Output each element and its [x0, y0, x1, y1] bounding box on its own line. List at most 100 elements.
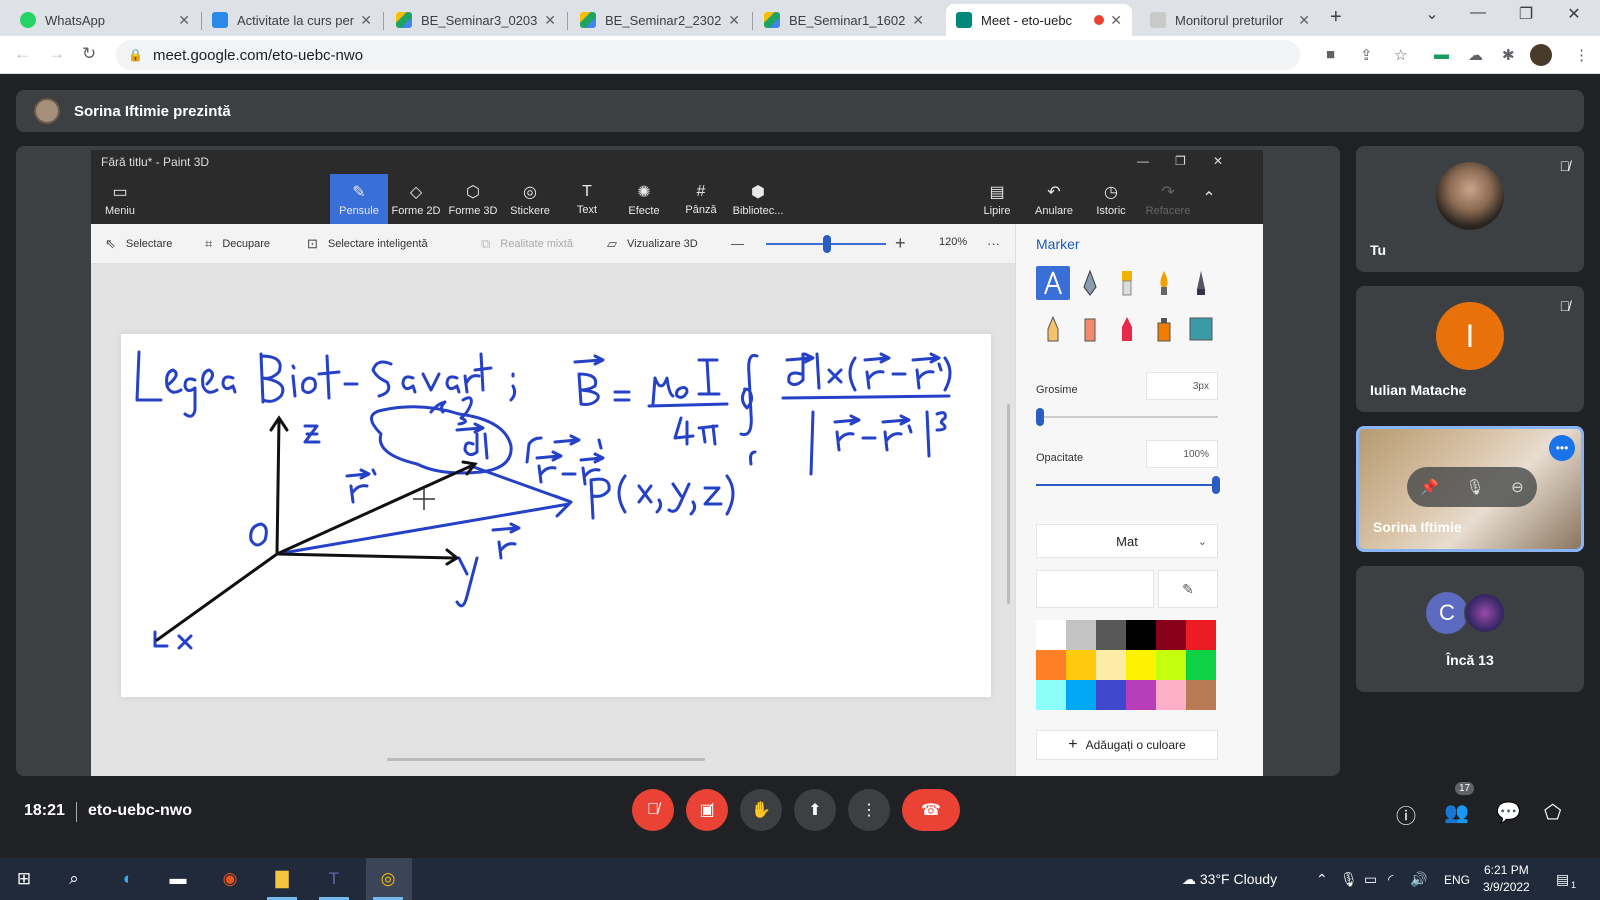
text-button[interactable]: T Text — [558, 174, 616, 224]
participant-tile-sorina[interactable]: 📌 🎙 ⊖ ••• Sorina Iftimie — [1356, 426, 1584, 552]
ubuntu-icon[interactable]: ◉ — [218, 867, 242, 891]
effects-button[interactable]: ✺ Efecte — [615, 174, 673, 224]
weather-widget[interactable]: ☁ 33°F Cloudy — [1182, 871, 1277, 888]
select-button[interactable]: ⇖ Selectare — [105, 236, 172, 252]
participant-tile-iulian[interactable]: I 🎙̸ Iulian Matache — [1356, 286, 1584, 412]
window-close-icon[interactable]: ✕ — [1552, 4, 1596, 24]
finish-dropdown[interactable]: Mat ⌄ — [1036, 524, 1218, 558]
color-swatch[interactable] — [1126, 650, 1156, 680]
remove-icon[interactable]: ⊖ — [1511, 478, 1524, 496]
tab-seminar1[interactable]: BE_Seminar1_160220 ✕ — [754, 4, 934, 36]
tab-whatsapp[interactable]: WhatsApp ✕ — [10, 4, 200, 36]
horizontal-scrollbar[interactable] — [387, 758, 705, 761]
chrome-icon[interactable]: ◎ — [376, 867, 400, 891]
crop-button[interactable]: ⌗ Decupare — [205, 236, 270, 252]
camera-icon[interactable]: ■ — [1326, 46, 1335, 63]
zoom-in-button[interactable]: + — [895, 233, 916, 254]
star-icon[interactable]: ☆ — [1394, 46, 1407, 64]
volume-icon[interactable]: 🔊 — [1410, 871, 1427, 888]
color-swatch[interactable] — [1186, 620, 1216, 650]
color-swatch[interactable] — [1066, 620, 1096, 650]
current-color-swatch[interactable] — [1036, 570, 1154, 608]
shapes3d-button[interactable]: ⬡ Forme 3D — [444, 174, 502, 224]
close-icon[interactable]: ✕ — [1298, 12, 1310, 29]
more-options-button[interactable]: ··· — [987, 236, 1010, 251]
close-icon[interactable]: ✕ — [912, 12, 924, 29]
close-icon[interactable]: ✕ — [728, 12, 740, 29]
close-icon[interactable]: ✕ — [1110, 12, 1122, 29]
color-swatch[interactable] — [1096, 650, 1126, 680]
spray-can-brush[interactable] — [1147, 312, 1181, 346]
collapse-ribbon-button[interactable]: ⌃ — [1189, 174, 1229, 224]
file-explorer-icon[interactable]: ▇ — [270, 867, 294, 891]
tab-search-icon[interactable]: ⌄ — [1410, 4, 1454, 24]
tab-monitorul[interactable]: Monitorul preturilor ✕ — [1140, 4, 1320, 36]
chevron-up-icon[interactable]: ⌃ — [1316, 871, 1328, 888]
color-swatch[interactable] — [1066, 680, 1096, 710]
address-bar[interactable]: 🔒 meet.google.com/eto-uebc-nwo — [116, 40, 1300, 70]
maximize-icon[interactable]: ❐ — [1504, 4, 1548, 24]
color-swatch[interactable] — [1036, 680, 1066, 710]
paste-button[interactable]: ▤ Lipire — [968, 174, 1026, 224]
canvas-button[interactable]: # Pânză — [672, 174, 730, 224]
opacity-input[interactable]: 100% — [1146, 440, 1218, 468]
new-tab-button[interactable]: + — [1330, 6, 1342, 29]
menu-icon[interactable]: ⋮ — [1574, 46, 1589, 64]
system-clock[interactable]: 6:21 PM 3/9/2022 — [1483, 862, 1530, 896]
back-icon[interactable]: ← — [14, 44, 31, 64]
zoom-slider-thumb[interactable] — [823, 235, 831, 253]
color-swatch[interactable] — [1066, 650, 1096, 680]
stickers-button[interactable]: ◎ Stickere — [501, 174, 559, 224]
color-swatch[interactable] — [1096, 680, 1126, 710]
watercolor-brush[interactable] — [1147, 266, 1181, 300]
library-button[interactable]: ⬢ Bibliotec... — [729, 174, 787, 224]
thickness-slider-thumb[interactable] — [1036, 408, 1044, 426]
participant-tile-self[interactable]: 🎙̸ Tu — [1356, 146, 1584, 272]
windows-start-icon[interactable]: ⊞ — [12, 867, 36, 891]
leave-call-button[interactable]: ☎ — [902, 789, 960, 831]
history-button[interactable]: ◷ Istoric — [1082, 174, 1140, 224]
notifications-icon[interactable]: ▤ — [1556, 871, 1569, 888]
marker-brush[interactable] — [1036, 266, 1070, 300]
close-icon[interactable]: ✕ — [178, 12, 190, 29]
close-icon[interactable]: ✕ — [544, 12, 556, 29]
search-icon[interactable]: ⌕ — [62, 867, 86, 891]
vertical-scrollbar[interactable] — [1007, 404, 1010, 604]
color-swatch[interactable] — [1036, 650, 1066, 680]
view3d-button[interactable]: ▱ Vizualizare 3D — [607, 236, 698, 252]
mic-icon[interactable]: 🎙 — [1466, 478, 1485, 496]
menu-button[interactable]: ▭ Meniu — [91, 174, 149, 224]
color-swatch[interactable] — [1156, 620, 1186, 650]
profile-avatar[interactable] — [1530, 44, 1552, 66]
color-swatch[interactable] — [1156, 680, 1186, 710]
puzzle-icon[interactable]: ✱ — [1502, 46, 1515, 64]
present-button[interactable]: ⬆ — [794, 789, 836, 831]
brushes-button[interactable]: ✎ Pensule — [330, 174, 388, 224]
magic-select-button[interactable]: ⊡ Selectare inteligentă — [307, 236, 428, 252]
pencil-brush[interactable] — [1036, 312, 1070, 346]
fill-brush[interactable] — [1184, 312, 1218, 346]
chat-icon[interactable]: 💬 — [1496, 800, 1521, 825]
teams-icon[interactable]: T — [322, 867, 346, 891]
undo-button[interactable]: ↶ Anulare — [1025, 174, 1083, 224]
color-swatch[interactable] — [1126, 620, 1156, 650]
shapes2d-button[interactable]: ◇ Forme 2D — [387, 174, 445, 224]
color-swatch[interactable] — [1126, 680, 1156, 710]
minimize-icon[interactable]: — — [1456, 4, 1500, 22]
raise-hand-button[interactable]: ✋ — [740, 789, 782, 831]
color-swatch[interactable] — [1186, 650, 1216, 680]
edge-icon[interactable]: ◐ — [116, 867, 140, 891]
close-icon[interactable]: ✕ — [1213, 154, 1223, 168]
eyedropper-button[interactable]: ✎ — [1158, 570, 1218, 608]
battery-icon[interactable]: ▭ — [1364, 871, 1377, 888]
color-swatch[interactable] — [1186, 680, 1216, 710]
opacity-slider-track[interactable] — [1036, 484, 1218, 486]
color-swatch[interactable] — [1096, 620, 1126, 650]
close-icon[interactable]: ✕ — [360, 12, 372, 29]
crayon-brush[interactable] — [1110, 312, 1144, 346]
pixel-pen-brush[interactable] — [1184, 266, 1218, 300]
camera-toggle-button[interactable]: ▣̸ — [686, 789, 728, 831]
reload-icon[interactable]: ↻ — [82, 44, 96, 64]
more-options-icon[interactable]: ••• — [1549, 435, 1575, 461]
color-swatch[interactable] — [1156, 650, 1186, 680]
